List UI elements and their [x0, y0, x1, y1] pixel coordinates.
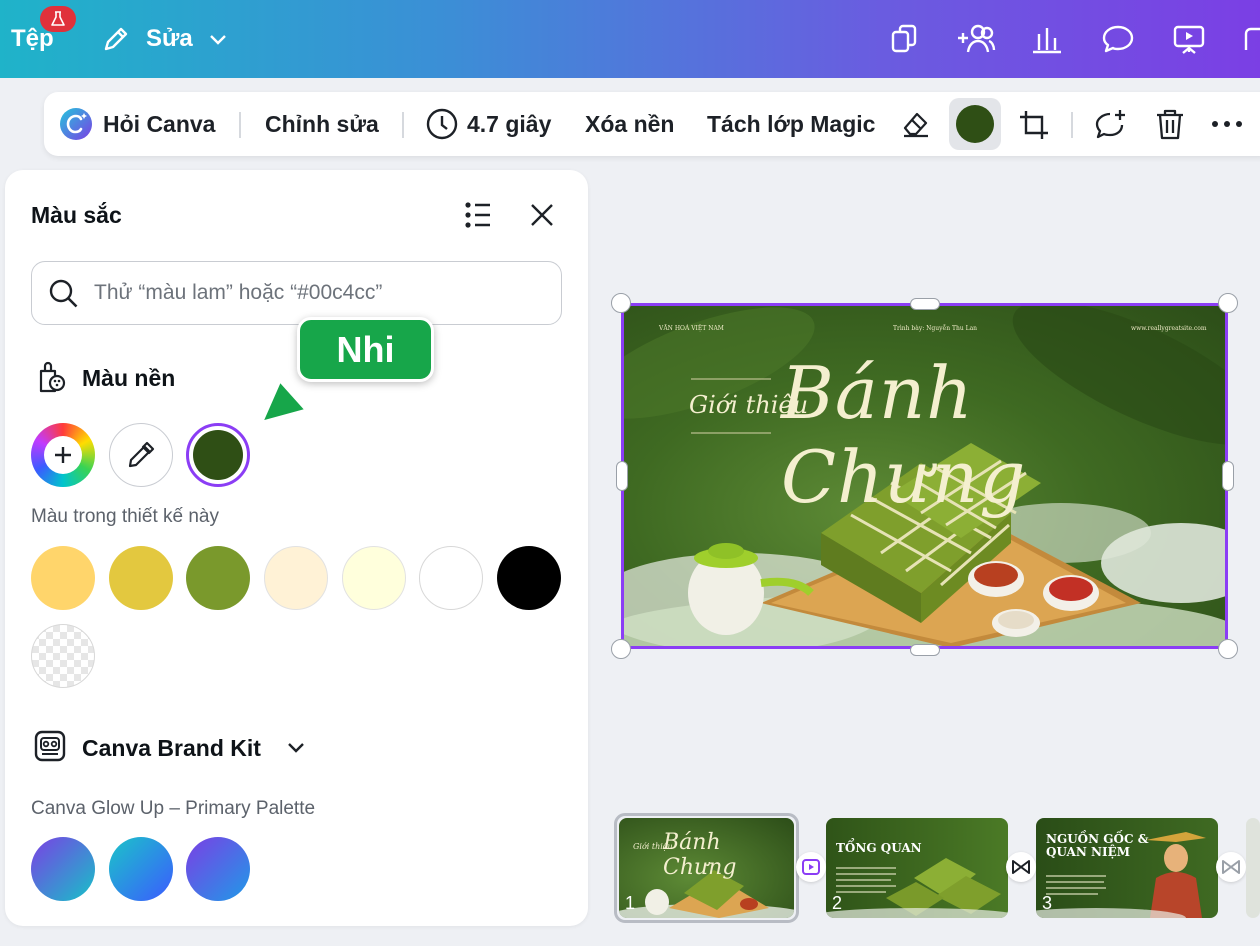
brand-kit-icon — [34, 730, 66, 762]
edit-button[interactable]: Chỉnh sửa — [265, 92, 379, 156]
thumbnail-graphic — [826, 858, 1008, 918]
comment-icon[interactable] — [1101, 22, 1135, 56]
magic-layers-label: Tách lớp Magic — [707, 110, 876, 137]
add-color-button[interactable] — [31, 423, 95, 487]
page-thumbnail-4[interactable] — [1246, 818, 1260, 918]
slide-presenter-text: Trình bày: Nguyễn Thu Lan — [893, 325, 978, 332]
transition-icon — [1012, 860, 1030, 874]
toolbar-divider — [1071, 112, 1073, 138]
resize-handle[interactable] — [611, 639, 631, 659]
eyedropper-button[interactable] — [109, 423, 173, 487]
plus-icon — [44, 436, 82, 474]
page-number: 3 — [1042, 893, 1053, 913]
design-colors-label: Màu trong thiết kế này — [31, 506, 219, 527]
slide-canvas[interactable]: VĂN HOÁ VIỆT NAM Trình bày: Nguyễn Thu L… — [621, 303, 1228, 649]
slide-top-left-text: VĂN HOÁ VIỆT NAM — [659, 325, 724, 332]
resize-handle[interactable] — [616, 461, 628, 491]
chevron-down-icon[interactable] — [285, 736, 307, 758]
collaborator-name-tag: Nhi — [297, 317, 434, 382]
toolbar-divider — [239, 112, 241, 138]
remove-background-button[interactable]: Xóa nền — [585, 92, 674, 156]
add-people-icon[interactable] — [956, 22, 996, 56]
design-color-swatch[interactable] — [31, 546, 95, 610]
current-color-swatch — [956, 105, 994, 143]
trash-icon[interactable] — [1154, 107, 1186, 141]
edit-menu-label: Sửa — [146, 25, 193, 52]
selected-background-color[interactable] — [186, 423, 250, 487]
transition-button[interactable] — [1216, 852, 1246, 882]
transparent-color-swatch[interactable] — [31, 624, 95, 688]
ask-canva-label: Hỏi Canva — [103, 110, 216, 137]
slide-website-text: www.reallygreatsite.com — [1131, 325, 1207, 332]
design-color-swatch[interactable] — [186, 546, 250, 610]
page-thumbnail-3[interactable]: NGUỒN GỐC & QUAN NIỆM 3 — [1036, 818, 1218, 918]
top-bar: Tệp Sửa — [0, 0, 1260, 78]
resize-handle[interactable] — [1222, 461, 1234, 491]
color-search-input[interactable] — [94, 262, 534, 323]
transition-button[interactable] — [1006, 852, 1036, 882]
transition-button[interactable] — [796, 852, 826, 882]
design-color-swatch[interactable] — [497, 546, 561, 610]
background-color-heading: Màu nền — [82, 365, 176, 391]
page-thumbnail-1[interactable]: Giới thiệu Bánh Chưng 1 — [619, 818, 794, 918]
palette-color-swatch[interactable] — [31, 837, 95, 901]
page-number: 1 — [625, 893, 636, 913]
ask-canva-button[interactable]: Hỏi Canva — [59, 92, 215, 156]
present-icon[interactable] — [1172, 22, 1206, 56]
canva-logo-icon — [60, 108, 92, 140]
pencil-icon — [104, 27, 128, 51]
resize-handle[interactable] — [1218, 293, 1238, 313]
transition-icon — [802, 859, 820, 875]
palette-color-swatch[interactable] — [186, 837, 250, 901]
remove-background-label: Xóa nền — [585, 110, 675, 137]
duration-button[interactable]: 4.7 giây — [425, 92, 551, 156]
resize-handle[interactable] — [1218, 639, 1238, 659]
chevron-down-icon — [209, 35, 226, 45]
page-thumbnail-2[interactable]: TỔNG QUAN 2 — [826, 818, 1008, 918]
flask-icon — [51, 11, 65, 26]
eraser-icon[interactable] — [900, 108, 932, 140]
slide-title: Bánh Chưng — [781, 351, 1027, 519]
design-color-swatch[interactable] — [264, 546, 328, 610]
thumbnail-title: Bánh Chưng — [663, 830, 737, 880]
magic-layers-button[interactable]: Tách lớp Magic — [707, 92, 875, 156]
insights-chart-icon[interactable] — [1030, 22, 1064, 56]
page-number: 2 — [832, 893, 843, 913]
design-color-swatch[interactable] — [342, 546, 406, 610]
thumbnail-title: TỔNG QUAN — [836, 841, 922, 855]
paint-bucket-icon — [39, 361, 66, 393]
selected-color-fill — [193, 430, 243, 480]
panel-title: Màu sắc — [31, 202, 122, 228]
crop-icon[interactable] — [1017, 108, 1051, 142]
palette-color-swatch[interactable] — [109, 837, 173, 901]
add-comment-icon[interactable] — [1093, 107, 1129, 143]
collaborator-cursor-icon — [260, 379, 308, 424]
thumbnail-title: NGUỒN GỐC & QUAN NIỆM — [1046, 832, 1149, 859]
resize-handle[interactable] — [910, 644, 940, 656]
resize-handle[interactable] — [611, 293, 631, 313]
eyedropper-icon — [128, 441, 155, 468]
list-view-icon[interactable] — [463, 200, 493, 230]
brand-kit-heading[interactable]: Canva Brand Kit — [82, 735, 261, 762]
edit-button-label: Chỉnh sửa — [265, 110, 379, 137]
context-toolbar: Hỏi Canva Chỉnh sửa 4.7 giây Xóa nền Tác… — [44, 92, 1260, 156]
design-color-swatch[interactable] — [109, 546, 173, 610]
toolbar-divider — [402, 112, 404, 138]
more-options-icon[interactable] — [1210, 116, 1244, 132]
color-picker-button[interactable] — [949, 98, 1001, 150]
duration-label: 4.7 giây — [467, 110, 552, 137]
clock-icon — [426, 108, 458, 140]
color-search — [31, 261, 562, 325]
search-icon — [49, 279, 78, 308]
palette-name: Canva Glow Up – Primary Palette — [31, 798, 316, 819]
beta-flask-badge — [40, 6, 76, 32]
edit-menu[interactable]: Sửa — [100, 0, 229, 78]
pages-icon[interactable] — [888, 22, 922, 56]
close-icon[interactable] — [529, 202, 555, 228]
share-icon[interactable] — [1240, 22, 1260, 56]
design-color-swatch[interactable] — [419, 546, 483, 610]
transition-icon — [1222, 860, 1240, 874]
color-panel: Màu sắc Màu nền Màu trong thiết kế này — [5, 170, 588, 926]
resize-handle[interactable] — [910, 298, 940, 310]
